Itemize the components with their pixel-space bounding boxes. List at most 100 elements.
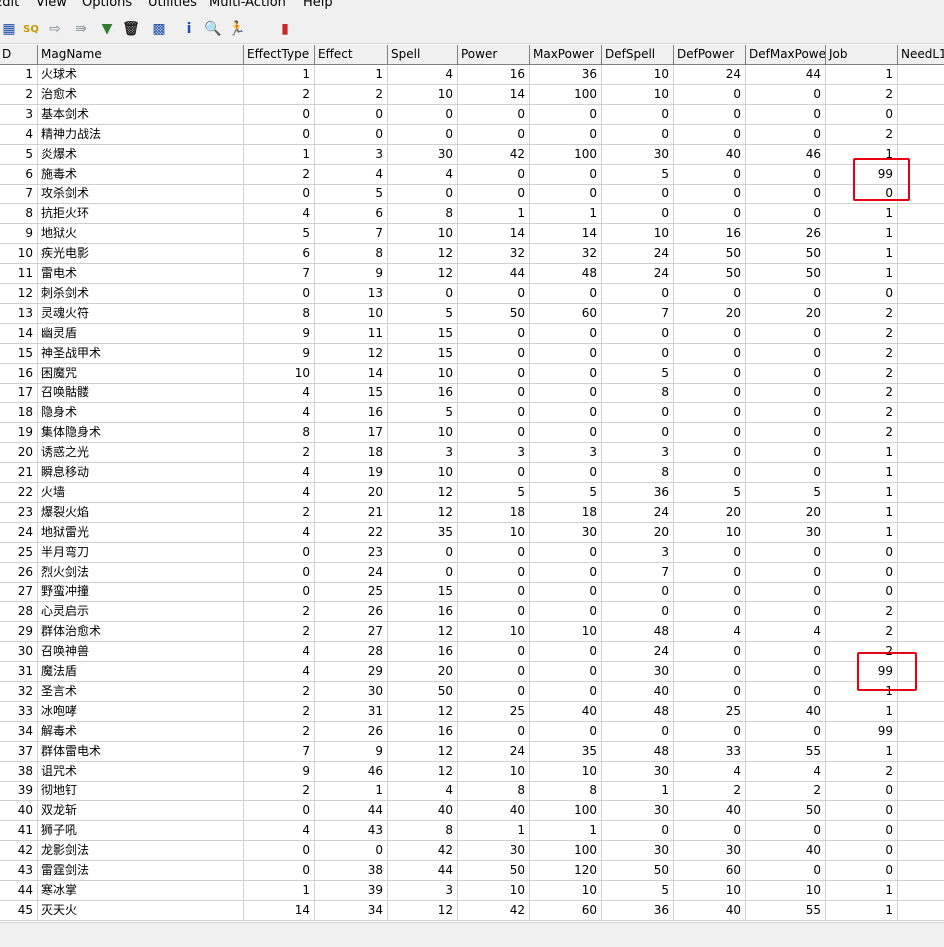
cell-magname[interactable]: 神圣战甲术 bbox=[38, 343, 244, 364]
cell-effecttype[interactable]: 2 bbox=[244, 502, 315, 523]
cell-defmaxpower[interactable]: 0 bbox=[746, 642, 826, 663]
cell-effect[interactable]: 1 bbox=[315, 65, 388, 85]
cell-effect[interactable]: 9 bbox=[315, 741, 388, 762]
cell-power[interactable]: 25 bbox=[458, 701, 530, 722]
table-row[interactable]: 34 解毒术 2 26 16 0 0 0 0 0 99 bbox=[0, 721, 944, 742]
menu-edit[interactable]: Edit bbox=[0, 0, 19, 10]
cell-job[interactable]: 1 bbox=[826, 502, 898, 523]
cell-maxpower[interactable]: 1 bbox=[530, 821, 602, 842]
cell-job[interactable]: 2 bbox=[826, 403, 898, 424]
cell-maxpower[interactable]: 40 bbox=[530, 701, 602, 722]
table-row[interactable]: 31 魔法盾 4 29 20 0 0 30 0 0 99 bbox=[0, 662, 944, 682]
cell-spell[interactable]: 15 bbox=[388, 343, 458, 364]
cell-d[interactable]: 21 bbox=[0, 463, 38, 483]
cell-d[interactable]: 16 bbox=[0, 363, 38, 384]
cell-defmaxpower[interactable]: 2 bbox=[746, 781, 826, 802]
cell-effect[interactable]: 25 bbox=[315, 582, 388, 603]
cell-defspell[interactable]: 0 bbox=[602, 124, 674, 145]
cell-spell[interactable]: 12 bbox=[388, 622, 458, 643]
cell-spell[interactable]: 5 bbox=[388, 303, 458, 324]
cell-defspell[interactable]: 5 bbox=[602, 363, 674, 384]
cell-needl1[interactable] bbox=[898, 264, 944, 284]
cell-defspell[interactable]: 0 bbox=[602, 602, 674, 623]
cell-defpower[interactable]: 10 bbox=[674, 880, 746, 901]
cell-d[interactable]: 12 bbox=[0, 283, 38, 304]
cell-needl1[interactable] bbox=[898, 742, 944, 762]
cell-d[interactable]: 38 bbox=[0, 761, 38, 782]
table-row[interactable]: 23 爆裂火焰 2 21 12 18 18 24 20 20 1 bbox=[0, 502, 944, 523]
cell-spell[interactable]: 12 bbox=[388, 761, 458, 782]
cell-spell[interactable]: 0 bbox=[388, 562, 458, 583]
filter-icon[interactable]: ▼ bbox=[98, 20, 116, 38]
cell-defmaxpower[interactable]: 0 bbox=[746, 602, 826, 623]
cell-effecttype[interactable]: 9 bbox=[244, 323, 315, 344]
cell-job[interactable]: 99 bbox=[826, 662, 898, 682]
cell-effecttype[interactable]: 2 bbox=[244, 443, 315, 464]
cell-effect[interactable]: 0 bbox=[315, 841, 388, 862]
cell-magname[interactable]: 瞬息移动 bbox=[38, 463, 244, 483]
cell-effecttype[interactable]: 1 bbox=[244, 880, 315, 901]
cell-job[interactable]: 99 bbox=[826, 721, 898, 742]
cell-spell[interactable]: 0 bbox=[388, 184, 458, 205]
column-header-needl1[interactable]: NeedL1 bbox=[898, 45, 944, 65]
cell-defspell[interactable]: 30 bbox=[602, 144, 674, 165]
cell-defpower[interactable]: 0 bbox=[674, 562, 746, 583]
cell-maxpower[interactable]: 0 bbox=[530, 403, 602, 424]
cell-defmaxpower[interactable]: 0 bbox=[746, 184, 826, 205]
table-row[interactable]: 33 冰咆哮 2 31 12 25 40 48 25 40 1 bbox=[0, 701, 944, 722]
cell-effecttype[interactable]: 4 bbox=[244, 662, 315, 682]
cell-effect[interactable]: 14 bbox=[315, 363, 388, 384]
cell-maxpower[interactable]: 0 bbox=[530, 363, 602, 384]
table-row[interactable]: 1 火球术 1 1 4 16 36 10 24 44 1 bbox=[0, 65, 944, 85]
cell-effecttype[interactable]: 8 bbox=[244, 423, 315, 444]
cell-effect[interactable]: 3 bbox=[315, 144, 388, 165]
cell-effect[interactable]: 29 bbox=[315, 662, 388, 682]
cell-maxpower[interactable]: 48 bbox=[530, 264, 602, 284]
cell-magname[interactable]: 诅咒术 bbox=[38, 761, 244, 782]
cell-needl1[interactable] bbox=[898, 503, 944, 523]
cell-defmaxpower[interactable]: 44 bbox=[746, 65, 826, 85]
cell-defpower[interactable]: 0 bbox=[674, 403, 746, 424]
cell-defpower[interactable]: 0 bbox=[674, 423, 746, 444]
cell-effect[interactable]: 9 bbox=[315, 264, 388, 284]
cell-d[interactable]: 19 bbox=[0, 423, 38, 444]
cell-defpower[interactable]: 0 bbox=[674, 104, 746, 125]
cell-job[interactable]: 1 bbox=[826, 264, 898, 284]
cell-spell[interactable]: 10 bbox=[388, 423, 458, 444]
cell-d[interactable]: 15 bbox=[0, 343, 38, 364]
cell-spell[interactable]: 40 bbox=[388, 801, 458, 822]
table-row[interactable]: 16 困魔咒 10 14 10 0 0 5 0 0 2 bbox=[0, 363, 944, 384]
cell-defmaxpower[interactable]: 20 bbox=[746, 303, 826, 324]
cell-magname[interactable]: 召唤骷髅 bbox=[38, 383, 244, 404]
cell-needl1[interactable] bbox=[898, 364, 944, 384]
cell-magname[interactable]: 彻地钉 bbox=[38, 781, 244, 802]
cell-defpower[interactable]: 40 bbox=[674, 144, 746, 165]
cell-effecttype[interactable]: 0 bbox=[244, 104, 315, 125]
cell-power[interactable]: 0 bbox=[458, 721, 530, 742]
cell-magname[interactable]: 刺杀剑术 bbox=[38, 283, 244, 304]
cell-power[interactable]: 0 bbox=[458, 184, 530, 205]
cell-power[interactable]: 32 bbox=[458, 244, 530, 265]
cell-effecttype[interactable]: 4 bbox=[244, 403, 315, 424]
table-row[interactable]: 25 半月弯刀 0 23 0 0 0 3 0 0 0 bbox=[0, 542, 944, 563]
cell-effecttype[interactable]: 7 bbox=[244, 264, 315, 284]
table-icon[interactable]: ▦ bbox=[0, 20, 18, 38]
cell-defspell[interactable]: 8 bbox=[602, 463, 674, 483]
cell-job[interactable]: 1 bbox=[826, 741, 898, 762]
table-row[interactable]: 5 炎爆术 1 3 30 42 100 30 40 46 1 bbox=[0, 144, 944, 165]
cell-defspell[interactable]: 48 bbox=[602, 622, 674, 643]
cell-power[interactable]: 0 bbox=[458, 104, 530, 125]
cell-spell[interactable]: 16 bbox=[388, 642, 458, 663]
cell-effecttype[interactable]: 4 bbox=[244, 642, 315, 663]
cell-defpower[interactable]: 0 bbox=[674, 383, 746, 404]
cell-effect[interactable]: 27 bbox=[315, 622, 388, 643]
cell-needl1[interactable] bbox=[898, 901, 944, 921]
cell-power[interactable]: 0 bbox=[458, 602, 530, 623]
cell-maxpower[interactable]: 0 bbox=[530, 463, 602, 483]
cell-d[interactable]: 45 bbox=[0, 900, 38, 921]
cell-magname[interactable]: 火球术 bbox=[38, 65, 244, 85]
cell-effecttype[interactable]: 10 bbox=[244, 363, 315, 384]
cell-defmaxpower[interactable]: 0 bbox=[746, 124, 826, 145]
cell-maxpower[interactable]: 0 bbox=[530, 602, 602, 623]
cell-power[interactable]: 10 bbox=[458, 761, 530, 782]
